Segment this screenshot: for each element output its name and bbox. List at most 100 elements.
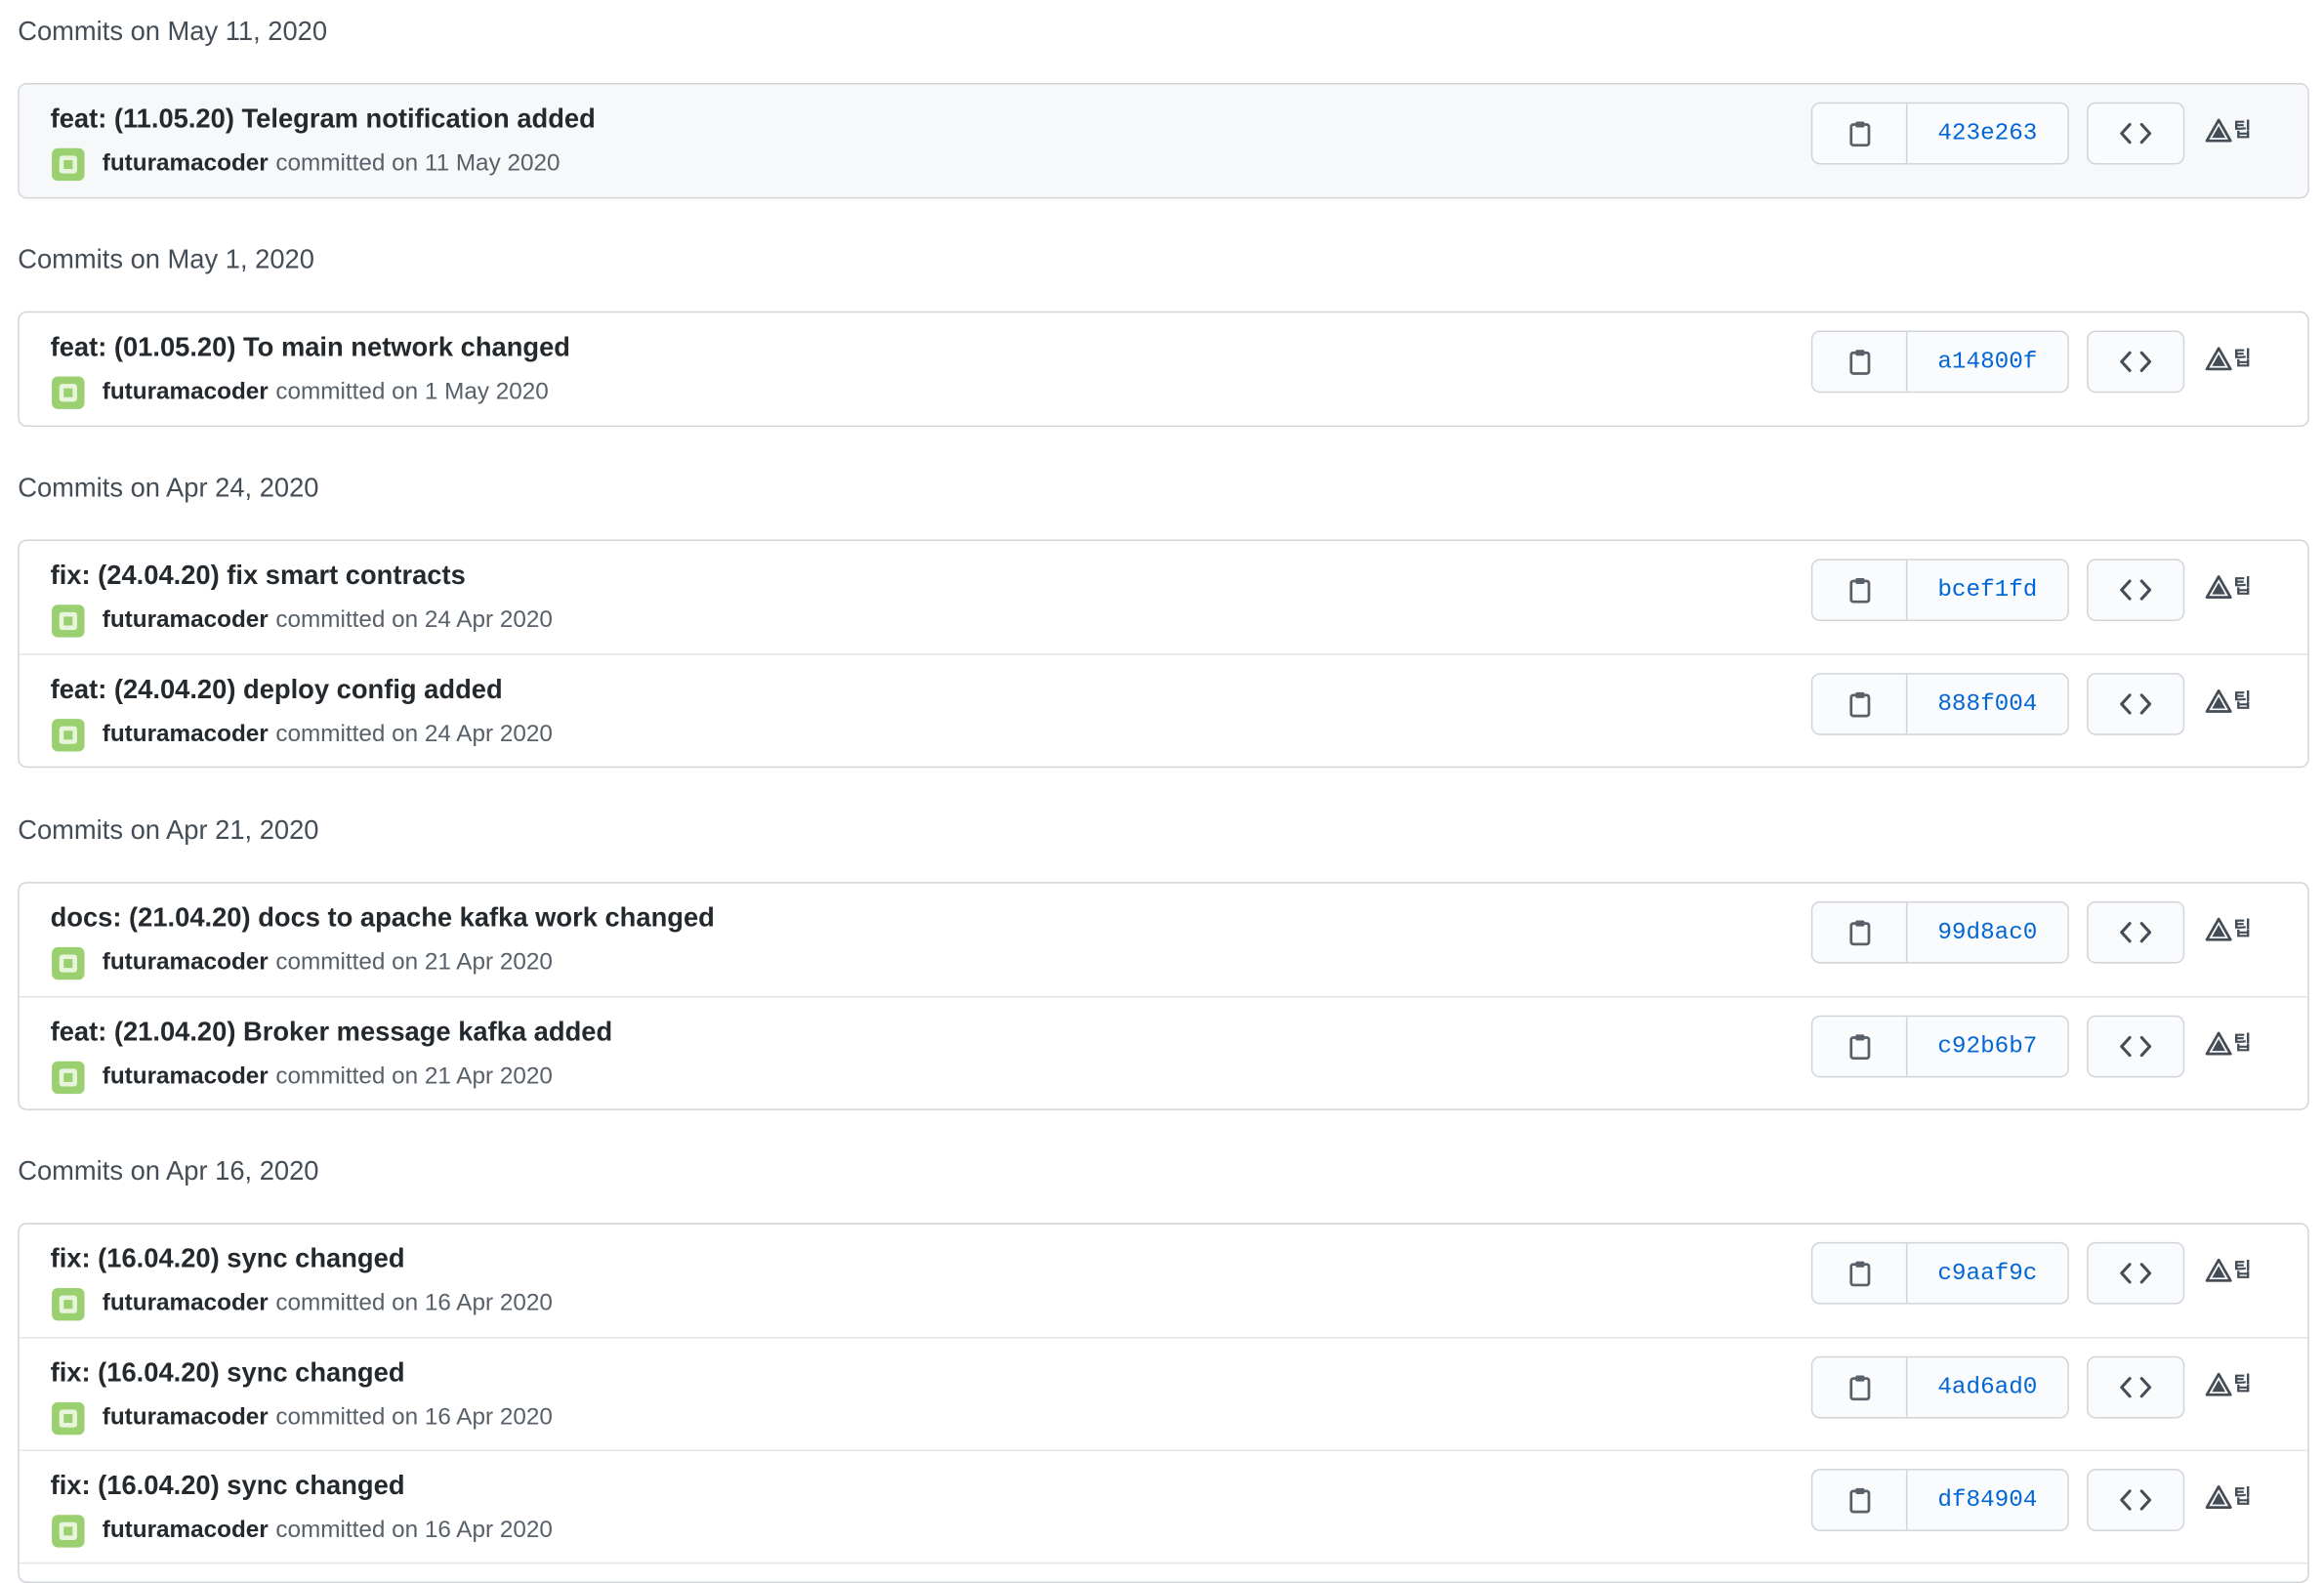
extension-badge[interactable]: 팁 <box>2205 687 2251 714</box>
commit-sha-link[interactable]: 888f004 <box>1907 675 2067 734</box>
commit-sha-link[interactable]: 423e263 <box>1907 104 2067 163</box>
author-link[interactable]: futuramacoder <box>103 607 269 634</box>
extension-badge[interactable]: 팁 <box>2205 573 2251 600</box>
browse-repo-button[interactable] <box>2087 1241 2185 1305</box>
browse-repo-button[interactable] <box>2087 102 2185 165</box>
sha-button-group: c92b6b7 <box>1810 1015 2069 1078</box>
extension-badge[interactable]: 팁 <box>2205 1257 2251 1283</box>
avatar[interactable] <box>52 1515 85 1548</box>
author-link[interactable]: futuramacoder <box>103 950 269 977</box>
copy-sha-button[interactable] <box>1812 1357 1908 1418</box>
commit-date: committed on 16 Apr 2020 <box>275 1291 553 1316</box>
commit-message-link[interactable]: docs: (21.04.20) docs to apache kafka wo… <box>51 901 715 934</box>
commit-row: feat: (01.05.20) To main network changed… <box>20 312 2307 425</box>
author-link[interactable]: futuramacoder <box>103 1064 269 1091</box>
extension-badge[interactable]: 팁 <box>2205 916 2251 942</box>
clipboard-icon <box>1848 1034 1870 1061</box>
clipboard-icon <box>1848 577 1870 604</box>
commit-message-link[interactable]: fix: (16.04.20) sync changed <box>51 1242 405 1274</box>
browse-repo-button[interactable] <box>2087 1015 2185 1078</box>
browse-repo-button[interactable] <box>2087 1469 2185 1531</box>
commit-meta: futuramacoder committed on 24 Apr 2020 <box>52 604 553 638</box>
clipboard-icon <box>1848 350 1870 375</box>
warning-triangle-icon <box>2205 347 2232 371</box>
avatar[interactable] <box>52 604 85 638</box>
browse-repo-button[interactable] <box>2087 673 2185 735</box>
commit-message-link[interactable]: feat: (01.05.20) To main network changed <box>51 330 570 362</box>
commit-message-link[interactable]: feat: (11.05.20) Telegram notification a… <box>51 103 596 135</box>
commit-sha-link[interactable]: 99d8ac0 <box>1907 902 2067 962</box>
avatar[interactable] <box>52 946 85 980</box>
browse-repo-button[interactable] <box>2087 330 2185 394</box>
clipboard-icon <box>1848 1375 1870 1401</box>
code-brackets-icon <box>2120 1377 2152 1398</box>
commit-sha-link[interactable]: c9aaf9c <box>1907 1243 2067 1303</box>
commit-meta: futuramacoder committed on 1 May 2020 <box>52 376 549 409</box>
warning-triangle-icon <box>2205 688 2232 713</box>
commit-row: feat: (24.04.20) deploy config added fut… <box>19 653 2308 766</box>
avatar[interactable] <box>52 147 85 182</box>
author-link[interactable]: futuramacoder <box>103 151 269 178</box>
commit-sha-link[interactable]: bcef1fd <box>1907 561 2067 620</box>
extension-badge[interactable]: 팁 <box>2205 117 2251 144</box>
commit-sha-link[interactable]: a14800f <box>1907 332 2067 392</box>
author-link[interactable]: futuramacoder <box>103 1518 269 1544</box>
clipboard-icon <box>1848 121 1870 147</box>
sha-button-group: 423e263 <box>1810 102 2069 165</box>
commit-message-link[interactable]: feat: (21.04.20) Broker message kafka ad… <box>51 1016 613 1048</box>
avatar[interactable] <box>52 719 85 752</box>
avatar[interactable] <box>52 1061 85 1095</box>
commit-message-link[interactable]: fix: (24.04.20) fix smart contracts <box>51 559 466 591</box>
code-brackets-icon <box>2120 579 2152 601</box>
browse-repo-button[interactable] <box>2087 900 2185 964</box>
commit-sha-link[interactable]: df84904 <box>1907 1471 2067 1530</box>
commit-date: committed on 21 Apr 2020 <box>275 1063 553 1090</box>
author-link[interactable]: futuramacoder <box>103 722 269 748</box>
extension-label: 팁 <box>2233 347 2252 369</box>
extension-badge[interactable]: 팁 <box>2205 346 2251 372</box>
extension-badge[interactable]: 팁 <box>2205 1371 2251 1397</box>
commit-message-link[interactable]: fix: (16.04.20) sync changed <box>51 1356 405 1389</box>
extension-label: 팁 <box>2233 688 2252 712</box>
commit-sha-link[interactable]: 4ad6ad0 <box>1907 1357 2067 1417</box>
extension-badge[interactable]: 팁 <box>2205 1030 2251 1057</box>
copy-sha-button[interactable] <box>1812 1017 1908 1076</box>
commit-date: committed on 24 Apr 2020 <box>275 722 553 747</box>
copy-sha-button[interactable] <box>1812 104 1908 163</box>
commit-sha-link[interactable]: c92b6b7 <box>1907 1017 2067 1076</box>
commit-date: committed on 11 May 2020 <box>275 150 560 177</box>
commit-row: fix: (24.04.20) fix smart contracts futu… <box>20 541 2307 653</box>
clipboard-icon <box>1848 920 1870 946</box>
author-link[interactable]: futuramacoder <box>103 1405 269 1432</box>
copy-sha-button[interactable] <box>1812 674 1908 734</box>
copy-sha-button[interactable] <box>1812 560 1908 620</box>
commit-date: committed on 1 May 2020 <box>275 379 549 405</box>
avatar[interactable] <box>52 376 85 409</box>
commit-group-date: Commits on May 11, 2020 <box>18 16 328 47</box>
commit-group-date: Commits on Apr 24, 2020 <box>18 473 319 503</box>
commit-group-date: Commits on May 1, 2020 <box>18 244 314 274</box>
commit-message-link[interactable]: fix: (16.04.20) sync changed <box>51 1469 405 1501</box>
commit-row: docs: (21.04.20) docs to apache kafka wo… <box>20 884 2307 996</box>
sha-button-group: bcef1fd <box>1810 559 2069 621</box>
commit-meta: futuramacoder committed on 16 Apr 2020 <box>52 1287 553 1321</box>
author-link[interactable]: futuramacoder <box>103 380 269 406</box>
commit-meta: futuramacoder committed on 21 Apr 2020 <box>52 1061 553 1095</box>
copy-sha-button[interactable] <box>1812 1243 1908 1304</box>
browse-repo-button[interactable] <box>2087 559 2185 621</box>
clipboard-icon <box>1848 1487 1870 1514</box>
avatar[interactable] <box>52 1287 85 1321</box>
browse-repo-button[interactable] <box>2087 1355 2185 1419</box>
warning-triangle-icon <box>2205 1258 2232 1282</box>
warning-triangle-icon <box>2205 917 2232 941</box>
commit-message-link[interactable]: feat: (24.04.20) deploy config added <box>51 673 503 705</box>
sha-button-group: 99d8ac0 <box>1810 900 2069 964</box>
author-link[interactable]: futuramacoder <box>103 1291 269 1317</box>
extension-label: 팁 <box>2233 917 2252 940</box>
copy-sha-button[interactable] <box>1812 331 1908 392</box>
copy-sha-button[interactable] <box>1812 1470 1908 1530</box>
commit-meta: futuramacoder committed on 16 Apr 2020 <box>52 1401 553 1436</box>
copy-sha-button[interactable] <box>1812 902 1908 963</box>
avatar[interactable] <box>52 1401 85 1436</box>
extension-badge[interactable]: 팁 <box>2205 1483 2251 1510</box>
